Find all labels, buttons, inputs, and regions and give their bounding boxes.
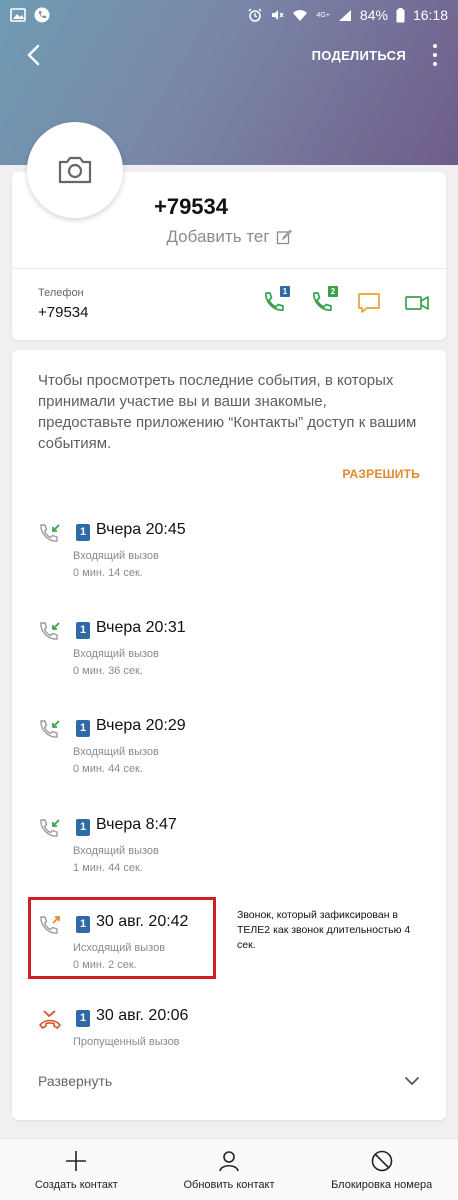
call-type: Входящий вызов bbox=[73, 746, 159, 758]
signal-icon bbox=[338, 9, 352, 22]
sim1-badge: 1 bbox=[280, 286, 290, 297]
allow-button[interactable]: РАЗРЕШИТЬ bbox=[342, 467, 420, 481]
events-card: Чтобы просмотреть последние события, в к… bbox=[12, 350, 446, 1120]
events-permission-text: Чтобы просмотреть последние события, в к… bbox=[38, 372, 417, 452]
call-log-item[interactable]: 1 Вчера 20:29 Входящий вызов 0 мин. 44 с… bbox=[12, 716, 446, 796]
back-button[interactable] bbox=[20, 42, 46, 68]
chevron-down-icon bbox=[405, 1077, 419, 1086]
call-log-item[interactable]: 1 Вчера 8:47 Входящий вызов 1 мин. 44 се… bbox=[12, 815, 446, 895]
missed-call-icon bbox=[39, 1010, 61, 1029]
battery-percent: 84% bbox=[359, 7, 388, 23]
phone-label: Телефон bbox=[38, 287, 84, 299]
mute-icon bbox=[270, 8, 285, 22]
call-type: Входящий вызов bbox=[73, 550, 159, 562]
call-sim2-button[interactable]: 2 bbox=[308, 286, 338, 316]
call-time: 30 авг. 20:06 bbox=[96, 1007, 189, 1024]
call-time: Вчера 20:31 bbox=[96, 619, 186, 636]
call-type: Входящий вызов bbox=[73, 845, 159, 857]
chevron-left-icon bbox=[27, 44, 40, 66]
highlight-box bbox=[28, 897, 216, 979]
call-type: Пропущенный вызов bbox=[73, 1036, 180, 1048]
divider bbox=[12, 268, 446, 269]
sim-tag: 1 bbox=[76, 1010, 90, 1027]
edit-icon bbox=[276, 229, 292, 245]
redaction-mask bbox=[228, 195, 305, 222]
call-duration: 1 мин. 44 сек. bbox=[73, 862, 143, 874]
add-tag-button[interactable]: Добавить тег bbox=[12, 227, 446, 247]
sim-tag: 1 bbox=[76, 720, 90, 737]
wifi-icon bbox=[292, 9, 308, 22]
update-contact-label: Обновить контакт bbox=[183, 1178, 275, 1191]
phone-notification-icon bbox=[34, 7, 50, 23]
contact-name-text: +79534 bbox=[153, 194, 229, 219]
block-number-label: Блокировка номера bbox=[331, 1178, 433, 1191]
add-tag-label: Добавить тег bbox=[166, 227, 270, 246]
call-time: Вчера 8:47 bbox=[96, 816, 177, 833]
status-bar: 4G+ 84% 16:18 bbox=[0, 0, 458, 30]
plus-icon bbox=[66, 1150, 87, 1171]
call-log-item[interactable]: 1 Вчера 20:31 Входящий вызов 0 мин. 36 с… bbox=[12, 618, 446, 698]
more-options-icon[interactable] bbox=[430, 44, 440, 66]
video-call-button[interactable] bbox=[404, 290, 430, 316]
incoming-call-icon bbox=[40, 720, 60, 738]
incoming-call-icon bbox=[40, 524, 60, 542]
block-number-button[interactable]: Блокировка номера bbox=[307, 1149, 457, 1191]
call-duration: 0 мин. 14 сек. bbox=[73, 567, 143, 579]
phone-number[interactable]: +79534 bbox=[38, 304, 88, 321]
camera-icon bbox=[58, 156, 92, 184]
network-type: 4G+ bbox=[316, 11, 330, 19]
create-contact-label: Создать контакт bbox=[34, 1178, 118, 1191]
bottom-action-bar: Создать контакт Обновить контакт Блокиро… bbox=[0, 1138, 458, 1200]
phone-actions: 1 2 bbox=[260, 286, 430, 316]
sim2-badge: 2 bbox=[328, 286, 338, 297]
incoming-call-icon bbox=[40, 819, 60, 837]
app-bar: ПОДЕЛИТЬСЯ bbox=[0, 30, 458, 80]
call-type: Входящий вызов bbox=[73, 648, 159, 660]
call-time: Вчера 20:29 bbox=[96, 717, 186, 734]
create-contact-button[interactable]: Создать контакт bbox=[1, 1149, 151, 1191]
person-icon bbox=[219, 1150, 239, 1171]
call-sim1-button[interactable]: 1 bbox=[260, 286, 290, 316]
sim-tag: 1 bbox=[76, 622, 90, 639]
battery-icon bbox=[396, 7, 405, 23]
sim-tag: 1 bbox=[76, 819, 90, 836]
call-duration: 0 мин. 36 сек. bbox=[73, 665, 143, 677]
contact-avatar[interactable] bbox=[27, 122, 123, 218]
clock: 16:18 bbox=[412, 7, 448, 23]
call-time: Вчера 20:45 bbox=[96, 521, 186, 538]
expand-button[interactable]: Развернуть bbox=[12, 1066, 446, 1096]
call-duration: 0 мин. 44 сек. bbox=[73, 763, 143, 775]
share-button[interactable]: ПОДЕЛИТЬСЯ bbox=[312, 48, 406, 63]
incoming-call-icon bbox=[40, 622, 60, 640]
alarm-icon bbox=[248, 8, 262, 22]
message-icon bbox=[358, 293, 380, 313]
update-contact-button[interactable]: Обновить контакт bbox=[154, 1149, 304, 1191]
message-button[interactable] bbox=[356, 290, 382, 316]
gallery-notification-icon bbox=[10, 8, 26, 22]
video-camera-icon bbox=[405, 296, 429, 310]
block-icon bbox=[371, 1150, 392, 1171]
call-log-item[interactable]: 1 Вчера 20:45 Входящий вызов 0 мин. 14 с… bbox=[12, 520, 446, 600]
expand-label: Развернуть bbox=[38, 1073, 113, 1089]
sim-tag: 1 bbox=[76, 524, 90, 541]
annotation-text: Звонок, который зафиксирован в ТЕЛЕ2 как… bbox=[237, 909, 411, 951]
